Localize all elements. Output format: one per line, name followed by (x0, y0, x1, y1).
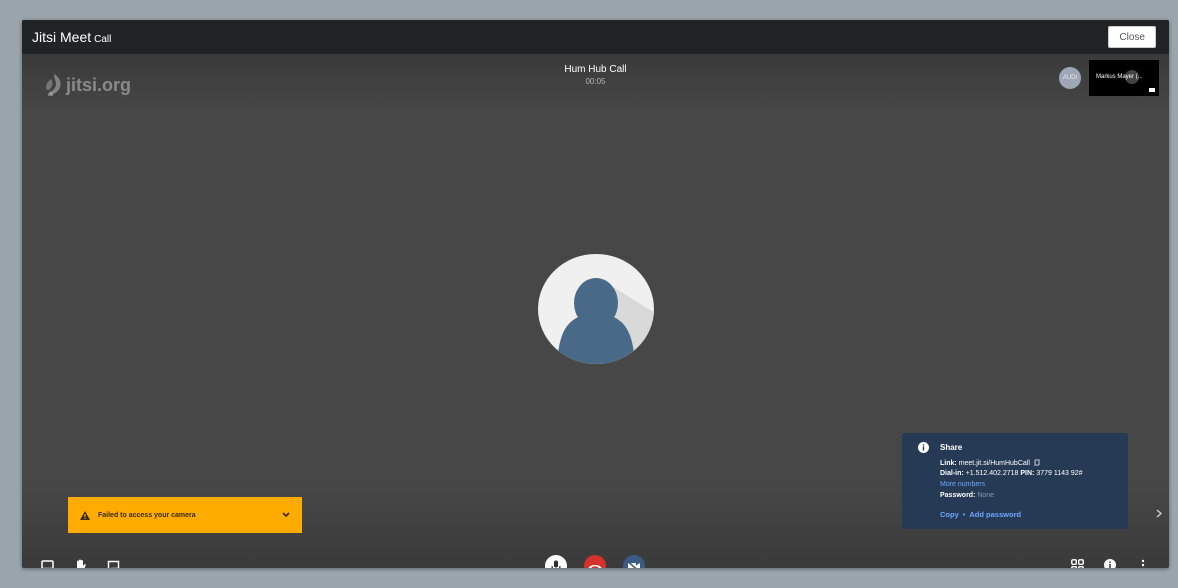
camera-indicator-icon (1149, 88, 1155, 92)
chat-icon[interactable] (106, 559, 120, 568)
info-icon (918, 442, 929, 453)
window-title-suffix: Call (94, 34, 112, 45)
camera-button[interactable] (623, 555, 645, 568)
dialin-value: +1.512.402.2718 (965, 470, 1019, 477)
call-timer: 00:05 (585, 77, 606, 86)
close-button[interactable]: Close (1108, 26, 1156, 48)
info-button[interactable] (1103, 558, 1117, 568)
share-password-line: Password: None (940, 492, 994, 499)
warning-text: Failed to access your camera (98, 511, 196, 519)
share-dialin-line: Dial-in: +1.512.402.2718 PIN: 3779 1143 … (940, 470, 1083, 477)
participant-avatar (538, 254, 654, 364)
action-separator: • (962, 510, 966, 519)
copy-icon[interactable] (1033, 459, 1040, 466)
more-vertical-icon[interactable] (1138, 558, 1148, 568)
audio-only-badge[interactable]: AUDI (1059, 67, 1081, 89)
warning-icon (80, 510, 90, 520)
share-actions: Copy • Add password (940, 510, 1021, 519)
share-title: Share (940, 443, 963, 452)
more-numbers-link[interactable]: More numbers (940, 481, 985, 488)
thumbnail-name: Markus Mayer (... (1096, 74, 1143, 80)
raise-hand-icon[interactable] (73, 558, 87, 568)
window-title: Jitsi Meet Call (32, 29, 111, 45)
jitsi-window: Jitsi Meet Call Close jitsi.org Hum Hub C… (22, 20, 1169, 568)
microphone-icon (551, 560, 561, 568)
title-bar: Jitsi Meet Call Close (22, 20, 1169, 54)
password-label: Password: (940, 492, 976, 499)
video-stage: jitsi.org Hum Hub Call 00:05 AUDI Markus… (22, 54, 1169, 568)
password-value: None (977, 492, 995, 499)
screen-share-icon[interactable] (40, 559, 54, 568)
participant-thumbnail[interactable]: Markus Mayer (... (1089, 60, 1159, 96)
microphone-button[interactable] (545, 555, 567, 568)
info-icon (1104, 559, 1116, 568)
hangup-icon (588, 564, 602, 568)
add-password-button[interactable]: Add password (969, 510, 1021, 519)
call-title: Hum Hub Call (564, 64, 627, 75)
copy-button[interactable]: Copy (940, 510, 959, 519)
window-title-text: Jitsi Meet (32, 29, 92, 45)
pin-label: PIN: (1020, 470, 1035, 477)
hangup-button[interactable] (584, 555, 606, 568)
dialin-label: Dial-in: (940, 470, 964, 477)
camera-warning-banner[interactable]: Failed to access your camera (68, 497, 302, 533)
share-link-line: Link: meet.jit.si/HumHubCall (940, 459, 1040, 467)
link-label: Link: (940, 460, 957, 467)
chevron-down-icon[interactable] (282, 512, 290, 518)
camera-off-icon (627, 560, 640, 568)
tile-view-icon[interactable] (1069, 557, 1085, 568)
link-value[interactable]: meet.jit.si/HumHubCall (959, 460, 1030, 467)
share-info-panel: Share Link: meet.jit.si/HumHubCall Dial-… (902, 433, 1128, 529)
pin-value: 3779 1143 92# (1036, 470, 1083, 477)
chevron-right-icon[interactable] (1156, 509, 1163, 521)
